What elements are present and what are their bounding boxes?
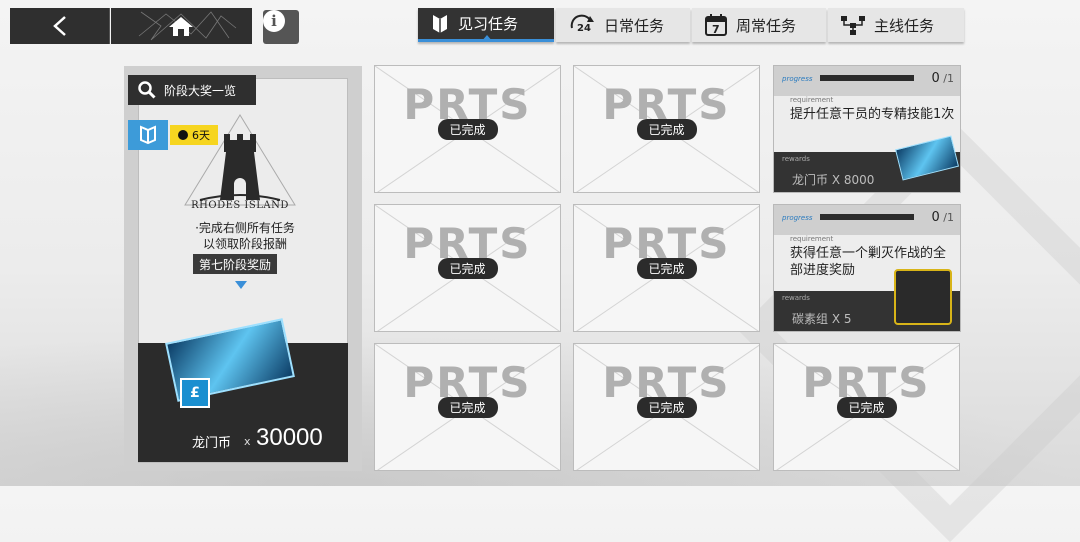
24-cycle-icon: 24 — [570, 14, 594, 34]
prts-watermark: PRTS — [403, 219, 532, 268]
completed-mission-card[interactable]: PRTS 已完成 — [573, 343, 760, 471]
tab-label: 主线任务 — [874, 16, 935, 35]
svg-text:24: 24 — [577, 23, 591, 34]
completed-mission-card[interactable]: PRTS 已完成 — [374, 204, 561, 332]
prts-watermark: PRTS — [802, 358, 931, 407]
prts-watermark: PRTS — [602, 80, 731, 129]
progress-label: progress — [782, 214, 813, 222]
progress-count: 0 /1 — [931, 71, 954, 86]
lmd-currency-icon: £ — [180, 378, 210, 408]
info-icon: i — [263, 10, 285, 32]
carbon-box-icon — [894, 269, 952, 325]
stage-reward-label: 第七阶段奖励 — [193, 254, 278, 274]
completed-badge: 已完成 — [636, 119, 697, 140]
back-button[interactable] — [10, 8, 110, 44]
stage-reward-multiplier: x — [244, 435, 251, 448]
calendar-icon: 7 — [705, 14, 727, 36]
stage-rewards-overview-button[interactable]: 阶段大奖一览 — [128, 75, 256, 105]
progress-total: 1 — [947, 72, 954, 85]
tab-main-missions[interactable]: 主线任务 — [828, 8, 964, 42]
chevron-left-icon — [52, 16, 66, 36]
stage-reward-quantity: 30000 — [256, 424, 323, 451]
completed-badge: 已完成 — [437, 119, 498, 140]
tab-weekly-missions[interactable]: 7 周常任务 — [692, 8, 826, 42]
completed-mission-card[interactable]: PRTS 已完成 — [374, 65, 561, 193]
progress-current: 0 — [931, 210, 940, 225]
stage-overview-label: 阶段大奖一览 — [164, 83, 237, 98]
completed-badge: 已完成 — [437, 258, 498, 279]
home-button[interactable] — [111, 8, 252, 44]
stage-description-line: ·完成右侧所有任务 — [195, 221, 295, 235]
progress-total: 1 — [947, 211, 954, 224]
home-icon — [138, 11, 237, 41]
rewards-label: rewards — [782, 294, 810, 302]
progress-bar — [820, 214, 914, 220]
flag-icon — [433, 14, 447, 33]
completed-badge: 已完成 — [636, 397, 697, 418]
tree-icon — [841, 16, 865, 35]
stage-description-line: 以领取阶段报酬 — [202, 237, 287, 251]
tab-daily-missions[interactable]: 24 日常任务 — [556, 8, 690, 42]
stage-description: ·完成右侧所有任务 以领取阶段报酬 — [160, 220, 330, 252]
tab-label: 见习任务 — [458, 15, 519, 33]
completed-badge: 已完成 — [836, 397, 897, 418]
rhodes-island-logo — [184, 114, 296, 206]
down-arrow-icon — [235, 281, 247, 289]
prts-watermark: PRTS — [403, 358, 532, 407]
svg-text:7: 7 — [712, 23, 720, 36]
requirement-label: requirement — [790, 235, 834, 243]
search-icon — [138, 81, 156, 99]
rhodes-island-logo-text: RHODES ISLAND — [191, 200, 289, 211]
flag-icon — [140, 125, 156, 145]
completed-mission-card[interactable]: PRTS 已完成 — [573, 204, 760, 332]
trainee-badge — [128, 120, 168, 150]
mission-requirement: 提升任意干员的专精技能1次 — [790, 107, 955, 122]
info-button[interactable]: i — [263, 10, 299, 44]
completed-mission-card[interactable]: PRTS 已完成 — [573, 65, 760, 193]
tab-label: 日常任务 — [604, 16, 665, 35]
mission-card[interactable]: progress 0 /1 requirement 获得任意一个剿灭作战的全部进… — [773, 204, 961, 332]
completed-mission-card[interactable]: PRTS 已完成 — [374, 343, 561, 471]
completed-badge: 已完成 — [437, 397, 498, 418]
mission-progress-bar-area: progress 0 /1 — [774, 66, 960, 96]
rewards-label: rewards — [782, 155, 810, 163]
progress-count: 0 /1 — [931, 210, 954, 225]
mission-reward: 龙门币 X 8000 — [792, 173, 875, 187]
lmd-ticket-icon — [894, 135, 960, 181]
prts-watermark: PRTS — [403, 80, 532, 129]
active-tab-indicator — [481, 35, 493, 42]
mission-progress-bar-area: progress 0 /1 — [774, 205, 960, 235]
completed-badge: 已完成 — [636, 258, 697, 279]
prts-watermark: PRTS — [602, 358, 731, 407]
progress-bar — [820, 75, 914, 81]
mission-card[interactable]: progress 0 /1 requirement 提升任意干员的专精技能1次 … — [773, 65, 961, 193]
requirement-label: requirement — [790, 96, 834, 104]
mission-reward-area: rewards 碳素组 X 5 — [774, 269, 960, 331]
prts-watermark: PRTS — [602, 219, 731, 268]
progress-current: 0 — [931, 71, 940, 86]
mission-reward: 碳素组 X 5 — [792, 312, 852, 326]
completed-mission-card[interactable]: PRTS 已完成 — [773, 343, 960, 471]
progress-label: progress — [782, 75, 813, 83]
tab-label: 周常任务 — [736, 16, 797, 35]
stage-reward-name: 龙门币 — [192, 436, 232, 451]
mission-reward-area: rewards 龙门币 X 8000 — [774, 135, 960, 192]
